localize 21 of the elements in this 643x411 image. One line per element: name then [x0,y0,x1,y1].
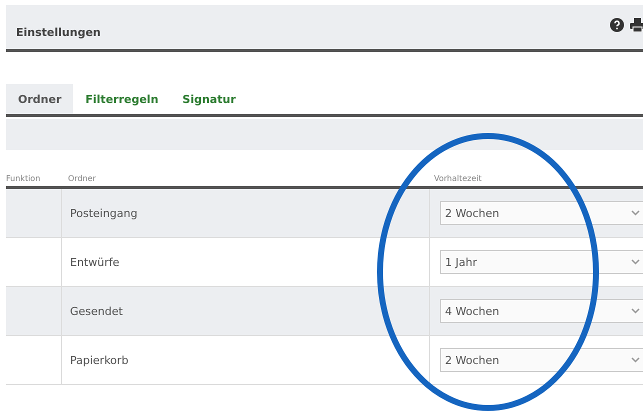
column-header: Vorhaltezeit [433,174,483,183]
column-header: Funktion [6,174,42,183]
folder-name: Posteingang [69,206,138,220]
folder-name: Papierkorb [69,354,128,366]
chevron-icon [631,210,640,216]
folder-name: Entwürfe [69,256,120,268]
help-icon[interactable] [610,18,624,32]
tab[interactable]: Signatur [170,84,248,114]
chevron-icon [631,259,640,265]
tab[interactable]: Ordner [6,84,74,114]
tab[interactable]: Filterregeln [73,84,170,114]
print-icon[interactable] [630,18,643,32]
retention-dropdown[interactable]: 4 Wochen [440,299,643,323]
retention-dropdown[interactable]: 2 Wochen [440,348,643,372]
retention-dropdown[interactable]: 2 Wochen [440,201,643,225]
folder-name: Gesendet [69,304,123,318]
chevron-icon [631,357,640,363]
retention-dropdown[interactable]: 1 Jahr [440,250,643,274]
page-title: Einstellungen [16,26,101,38]
chevron-icon [631,308,640,314]
column-header: Ordner [67,174,97,183]
